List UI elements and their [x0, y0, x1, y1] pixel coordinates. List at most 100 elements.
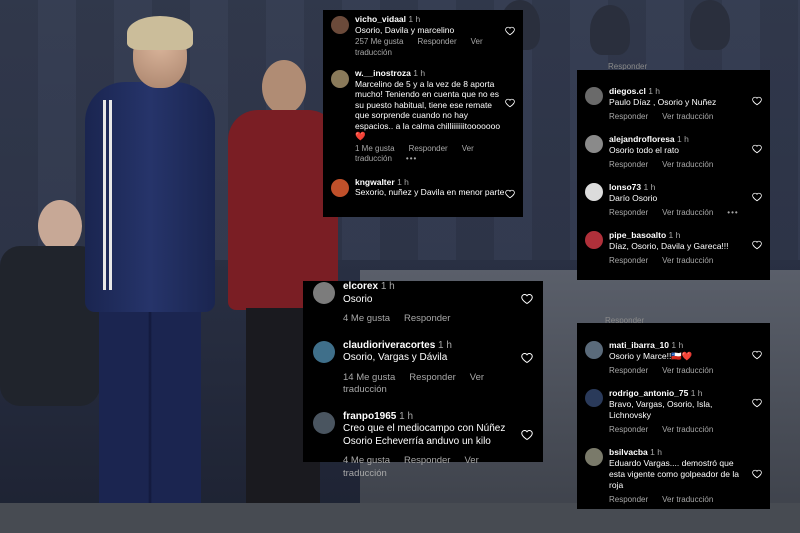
- heart-outline-icon[interactable]: [752, 398, 762, 408]
- translate-button[interactable]: Ver traducción: [662, 425, 713, 434]
- heart-outline-icon[interactable]: [521, 352, 533, 364]
- translate-button[interactable]: Ver traducción: [662, 366, 713, 375]
- comment-item: claudioriveracortes 1 h Osorio, Vargas y…: [313, 340, 533, 397]
- comment-meta: Responder Ver traducción: [609, 159, 762, 170]
- comment-username[interactable]: lonso73: [609, 182, 641, 192]
- avatar[interactable]: [585, 87, 603, 105]
- likes-count[interactable]: 4 Me gusta: [343, 455, 390, 466]
- comment-username[interactable]: claudioriveracortes: [343, 340, 435, 351]
- reply-button[interactable]: Responder: [404, 455, 450, 466]
- heart-outline-icon[interactable]: [521, 293, 533, 305]
- comment-username[interactable]: rodrigo_antonio_75: [609, 388, 688, 398]
- heart-outline-icon[interactable]: [505, 98, 515, 108]
- translate-button[interactable]: Ver traducción: [662, 495, 713, 504]
- avatar[interactable]: [313, 282, 335, 304]
- comment-text: Marcelino de 5 y a la vez de 8 aporta mu…: [355, 78, 501, 142]
- heart-outline-icon[interactable]: [521, 429, 533, 441]
- more-horizontal-icon[interactable]: •••: [727, 208, 738, 217]
- comment-username[interactable]: pipe_basoalto: [609, 230, 666, 240]
- reply-button[interactable]: Responder: [609, 425, 648, 434]
- heart-outline-icon[interactable]: [752, 240, 762, 250]
- comment-item: franpo1965 1 h Creo que el mediocampo co…: [313, 411, 533, 481]
- reply-button[interactable]: Responder: [417, 37, 456, 46]
- comment-username[interactable]: diegos.cl: [609, 86, 646, 96]
- comment-item: vicho_vidaal 1 h Osorio, Davila y marcel…: [331, 14, 515, 58]
- avatar[interactable]: [313, 411, 335, 434]
- comment-username[interactable]: mati_ibarra_10: [609, 340, 669, 350]
- likes-count[interactable]: 1 Me gusta: [355, 144, 395, 153]
- comment-time: 1 h: [408, 14, 421, 24]
- comment-meta: 4 Me gusta Responder: [343, 313, 533, 326]
- avatar[interactable]: [585, 135, 603, 153]
- translate-button[interactable]: Ver traducción: [662, 112, 713, 121]
- comment-time: 1 h: [677, 134, 689, 144]
- heart-outline-icon[interactable]: [752, 144, 762, 154]
- comment-time: 1 h: [690, 388, 703, 398]
- comment-username[interactable]: vicho_vidaal: [355, 14, 406, 24]
- heart-outline-icon[interactable]: [752, 350, 762, 360]
- translate-button[interactable]: Ver traducción: [662, 208, 713, 217]
- comment-username[interactable]: w.__inostroza: [355, 68, 411, 78]
- likes-count[interactable]: 14 Me gusta: [343, 372, 395, 383]
- avatar[interactable]: [331, 178, 349, 197]
- comment-username[interactable]: franpo1965: [343, 411, 396, 422]
- comment-item: elcorex 1 h Osorio 4 Me gusta Responder: [313, 281, 533, 326]
- comment-time: 1 h: [438, 339, 452, 351]
- avatar[interactable]: [585, 341, 603, 359]
- heart-outline-icon[interactable]: [505, 189, 515, 199]
- comments-panel-bottom-right: mati_ibarra_10 1 h Osorio y Marce!!🇨🇱❤️ …: [577, 323, 770, 509]
- translate-button[interactable]: Ver traducción: [662, 256, 713, 265]
- avatar[interactable]: [313, 340, 335, 363]
- spectator: [690, 0, 730, 50]
- comment-meta: Responder Ver traducción •••: [609, 207, 762, 218]
- reply-button[interactable]: Responder: [609, 256, 648, 265]
- comment-item: bsilvacba 1 h Eduardo Vargas.... demostr…: [585, 447, 762, 505]
- reply-button[interactable]: Responder: [609, 112, 648, 121]
- comment-username[interactable]: bsilvacba: [609, 447, 648, 457]
- comment-time: 1 h: [671, 340, 684, 350]
- coach-figure: [85, 10, 215, 533]
- comment-text: Osorio, Davila y marcelino: [355, 24, 455, 35]
- likes-count[interactable]: 257 Me gusta: [355, 37, 403, 46]
- comment-text: Osorio todo el rato: [609, 145, 679, 155]
- comment-text: Paulo Díaz , Osorio y Nuñez: [609, 97, 717, 107]
- comment-text: Osorio y Marce!!🇨🇱❤️: [609, 351, 693, 361]
- comments-panel-top-center: vicho_vidaal 1 h Osorio, Davila y marcel…: [323, 10, 523, 217]
- heart-outline-icon[interactable]: [505, 26, 515, 36]
- avatar[interactable]: [585, 231, 603, 249]
- comment-item: rodrigo_antonio_75 1 h Bravo, Vargas, Os…: [585, 388, 762, 435]
- comment-text: Bravo, Vargas, Osorio, Isla, Lichnovsky: [609, 399, 713, 420]
- heart-outline-icon[interactable]: [752, 192, 762, 202]
- comment-meta: Responder Ver traducción: [609, 494, 762, 505]
- likes-count[interactable]: 4 Me gusta: [343, 313, 390, 324]
- comment-username[interactable]: elcorex: [343, 281, 378, 292]
- avatar[interactable]: [585, 183, 603, 201]
- avatar[interactable]: [585, 448, 603, 466]
- comment-text: Osorio, Vargas y Dávila: [343, 352, 448, 363]
- comments-panel-mid-center: elcorex 1 h Osorio 4 Me gusta Responder c…: [303, 281, 543, 479]
- comment-username[interactable]: kngwalter: [355, 177, 395, 187]
- comment-username[interactable]: alejandrofloresa: [609, 134, 675, 144]
- more-horizontal-icon[interactable]: •••: [406, 154, 417, 163]
- reply-button[interactable]: Responder: [404, 313, 450, 324]
- comment-meta: Responder Ver traducción: [609, 365, 762, 376]
- comment-time: 1 h: [668, 230, 681, 240]
- reply-button[interactable]: Responder: [609, 366, 648, 375]
- comment-meta: 257 Me gusta Responder Ver traducción: [355, 37, 515, 58]
- comment-meta: Responder Ver traducción: [609, 424, 762, 435]
- reply-button[interactable]: Responder: [609, 495, 648, 504]
- heart-outline-icon[interactable]: [752, 96, 762, 106]
- comment-item: lonso73 1 h Darío Osorio Responder Ver tr…: [585, 182, 762, 218]
- reply-button[interactable]: Responder: [609, 208, 648, 217]
- comment-text: Sexorio, nuñez y Davila en menor parte: [355, 187, 505, 197]
- reply-button[interactable]: Responder: [409, 144, 448, 153]
- avatar[interactable]: [331, 16, 349, 34]
- heart-outline-icon[interactable]: [752, 469, 762, 479]
- avatar[interactable]: [331, 70, 349, 88]
- reply-button[interactable]: Responder: [609, 160, 648, 169]
- comment-item: pipe_basoalto 1 h Díaz, Osorio, Davila y…: [585, 230, 762, 266]
- comment-item: alejandrofloresa 1 h Osorio todo el rato…: [585, 134, 762, 170]
- avatar[interactable]: [585, 389, 603, 407]
- translate-button[interactable]: Ver traducción: [662, 160, 713, 169]
- reply-button[interactable]: Responder: [409, 372, 455, 383]
